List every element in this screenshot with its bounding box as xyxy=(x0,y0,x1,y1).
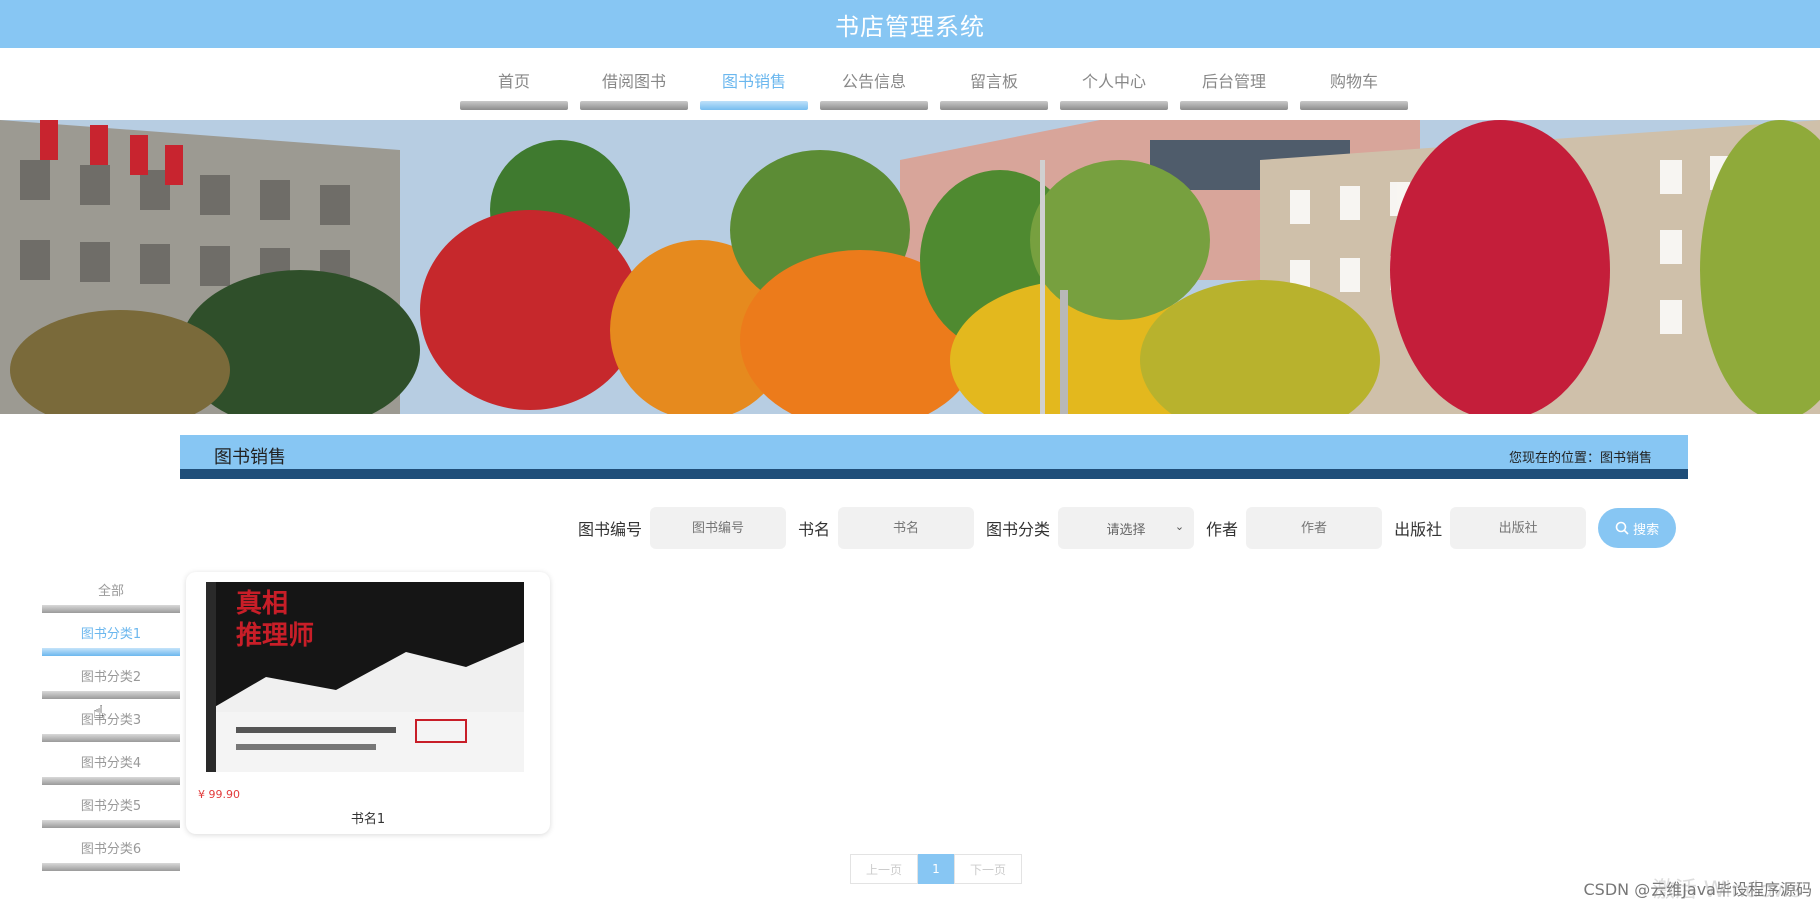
nav-item-admin[interactable]: 后台管理 xyxy=(1180,70,1288,110)
nav-item-borrow[interactable]: 借阅图书 xyxy=(580,70,688,110)
category-sidebar: 全部 图书分类1 图书分类2 图书分类3 图书分类4 图书分类5 图书分类6 xyxy=(42,570,180,871)
publisher-input[interactable] xyxy=(1450,507,1587,549)
book-no-input[interactable] xyxy=(650,507,787,549)
breadcrumb-location: 您现在的位置：图书销售 xyxy=(1508,451,1652,466)
chevron-down-icon: ⌄ xyxy=(1174,520,1185,533)
nav-item-notice[interactable]: 公告信息 xyxy=(820,70,928,110)
author-input[interactable] xyxy=(1246,507,1383,549)
nav-item-message[interactable]: 留言板 xyxy=(940,70,1048,110)
title-bar: 书店管理系统 xyxy=(0,0,1820,48)
nav-item-sales[interactable]: 图书销售 xyxy=(700,70,808,110)
book-name-input[interactable] xyxy=(838,507,975,549)
section-header: 图书销售 您现在的位置：图书销售 xyxy=(180,435,1688,479)
category-item-2[interactable]: 图书分类2 xyxy=(42,656,180,699)
product-name[interactable]: 书名1 xyxy=(186,808,550,827)
nav-item-profile[interactable]: 个人中心 xyxy=(1060,70,1168,110)
search-button-label: 搜索 xyxy=(1633,522,1660,538)
book-cover-image: 真相 推理师 xyxy=(206,582,524,772)
section-title: 图书销售 xyxy=(214,447,286,468)
search-bar: 图书编号 书名 图书分类 请选择 ⌄ 作者 出版社 搜索 xyxy=(578,506,1677,550)
category-label: 图书分类 xyxy=(986,520,1051,539)
author-label: 作者 xyxy=(1206,520,1239,539)
book-no-label: 图书编号 xyxy=(578,520,643,539)
category-item-all[interactable]: 全部 xyxy=(42,570,180,613)
book-name-label: 书名 xyxy=(798,520,831,539)
nav-item-home[interactable]: 首页 xyxy=(460,70,568,110)
category-item-6[interactable]: 图书分类6 xyxy=(42,828,180,871)
nav-item-cart[interactable]: 购物车 xyxy=(1300,70,1408,110)
category-item-4[interactable]: 图书分类4 xyxy=(42,742,180,785)
category-item-1[interactable]: 图书分类1 xyxy=(42,613,180,656)
publisher-label: 出版社 xyxy=(1394,520,1443,539)
page-number-button[interactable]: 1 xyxy=(918,854,954,884)
category-select[interactable]: 请选择 ⌄ xyxy=(1058,507,1195,549)
product-price: ¥ 99.90 xyxy=(198,788,240,801)
category-select-value: 请选择 xyxy=(1106,522,1146,538)
csdn-watermark: CSDN @云维Java毕设程序源码 xyxy=(1583,880,1812,899)
product-card[interactable]: 真相 推理师 ¥ 99.90 书名1 xyxy=(186,572,550,834)
category-item-5[interactable]: 图书分类5 xyxy=(42,785,180,828)
search-icon xyxy=(1615,521,1629,535)
hand-cursor-icon: ☝ xyxy=(93,702,104,723)
prev-page-button[interactable]: 上一页 xyxy=(850,854,918,884)
next-page-button[interactable]: 下一页 xyxy=(954,854,1022,884)
svg-text:真相: 真相 xyxy=(236,589,288,619)
pagination: 上一页 1 下一页 xyxy=(850,854,1022,884)
search-button[interactable]: 搜索 xyxy=(1598,508,1677,548)
svg-text:推理师: 推理师 xyxy=(236,621,314,651)
site-title: 书店管理系统 xyxy=(835,12,985,41)
top-nav: 首页 借阅图书 图书销售 公告信息 留言板 个人中心 后台管理 购物车 xyxy=(0,48,1820,120)
banner-image xyxy=(0,120,1820,414)
category-item-3[interactable]: 图书分类3 xyxy=(42,699,180,742)
